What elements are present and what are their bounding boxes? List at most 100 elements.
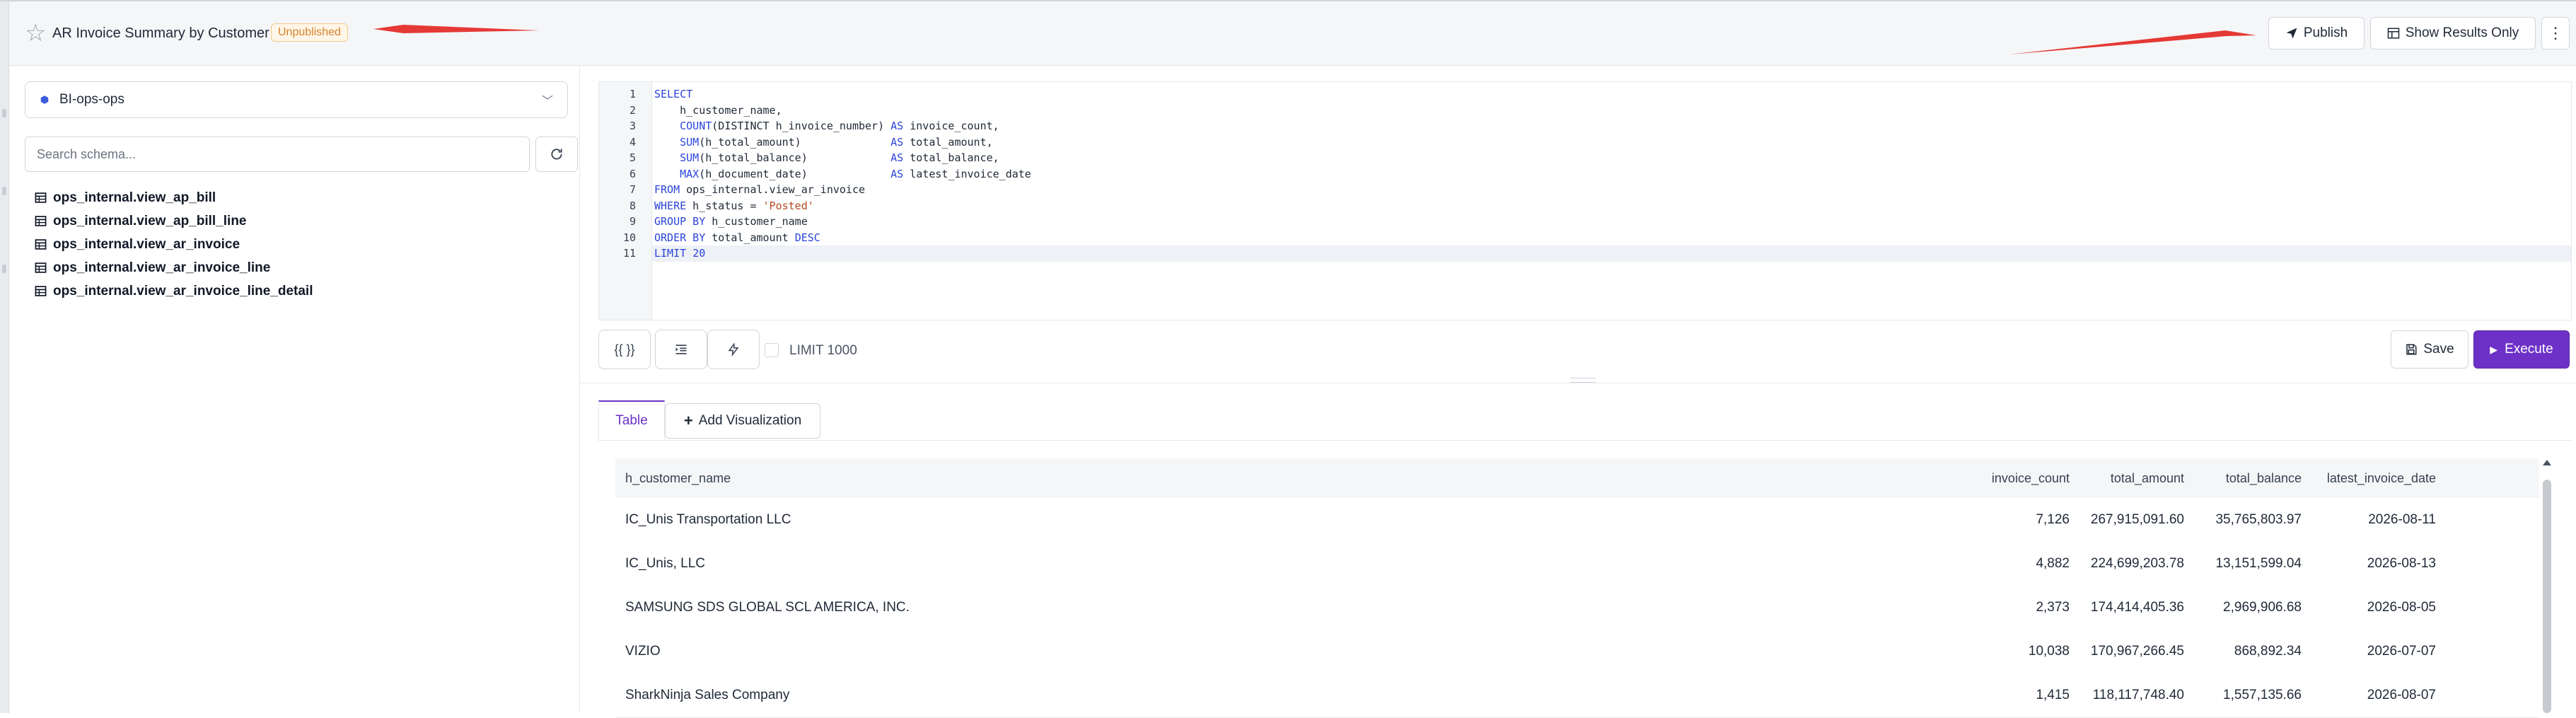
table-row[interactable]: IC_Unis Transportation LLC 7,126 267,915… [615, 498, 2539, 543]
execute-label: Execute [2505, 342, 2553, 357]
rail-marker [2, 265, 6, 273]
page-header: ☆ AR Invoice Summary by Customer Unpubli… [9, 1, 2576, 66]
tab-table-label: Table [615, 413, 648, 428]
column-header[interactable]: h_customer_name [625, 458, 731, 498]
cell-total-amount: 267,915,091.60 [2090, 512, 2184, 527]
cell-total-balance: 1,557,135.66 [2223, 688, 2302, 702]
database-icon [40, 95, 49, 104]
schema-table-item[interactable]: ops_internal.view_ap_bill [35, 186, 313, 209]
limit-label[interactable]: LIMIT 1000 [789, 343, 857, 359]
autocomplete-toggle-button[interactable] [707, 330, 760, 369]
results-scrollbar[interactable] [2542, 460, 2552, 713]
code-line[interactable]: COUNT(DISTINCT h_invoice_number) AS invo… [654, 118, 2564, 134]
datasource-select[interactable]: BI-ops-ops ﹀ [25, 81, 568, 118]
add-visualization-label: Add Visualization [698, 413, 802, 428]
schema-table-name: ops_internal.view_ap_bill [53, 190, 216, 205]
lightning-icon [728, 342, 739, 357]
tab-table[interactable]: Table [598, 400, 665, 440]
line-number: 7 [629, 183, 636, 196]
schema-search-input[interactable] [25, 137, 530, 172]
publish-label: Publish [2303, 25, 2348, 40]
publish-button[interactable]: Publish [2268, 17, 2365, 50]
line-number: 8 [629, 199, 636, 212]
execute-button[interactable]: ▶ Execute [2473, 330, 2570, 369]
column-header[interactable]: latest_invoice_date [2327, 458, 2436, 498]
schema-table-name: ops_internal.view_ar_invoice [53, 236, 240, 252]
table-row[interactable]: SAMSUNG SDS GLOBAL SCL AMERICA, INC. 2,3… [615, 586, 2539, 630]
play-icon: ▶ [2490, 343, 2498, 355]
parameters-button[interactable]: {{ }} [598, 330, 651, 369]
more-options-button[interactable]: ⋮ [2541, 17, 2570, 50]
kebab-menu-icon: ⋮ [2548, 24, 2563, 42]
save-button[interactable]: Save [2391, 330, 2468, 369]
cell-total-balance: 13,151,599.04 [2215, 556, 2302, 571]
refresh-icon [551, 149, 562, 160]
schema-table-item[interactable]: ops_internal.view_ar_invoice [35, 233, 313, 256]
line-number: 11 [622, 247, 636, 260]
chevron-down-icon: ﹀ [541, 95, 553, 108]
schema-table-item[interactable]: ops_internal.view_ar_invoice_line_detail [35, 279, 313, 303]
code-line[interactable]: SUM(h_total_amount) AS total_amount, [654, 134, 2564, 151]
code-line[interactable]: h_customer_name, [654, 103, 2564, 119]
table-row[interactable]: SharkNinja Sales Company 1,415 118,117,7… [615, 673, 2539, 718]
table-icon [35, 286, 47, 296]
code-line[interactable]: SELECT [654, 86, 2564, 103]
cell-invoice-count: 10,038 [2028, 644, 2070, 659]
table-row[interactable]: VIZIO 10,038 170,967,266.45 868,892.34 2… [615, 630, 2539, 674]
schema-table-name: ops_internal.view_ar_invoice_line_detail [53, 283, 313, 299]
line-number: 1 [629, 88, 636, 100]
column-header[interactable]: invoice_count [1992, 458, 2070, 498]
cell-latest-invoice-date: 2026-07-07 [2367, 644, 2436, 659]
cell-latest-invoice-date: 2026-08-13 [2367, 556, 2436, 571]
schema-table-list: ops_internal.view_ap_bill ops_internal.v… [35, 186, 313, 303]
app-side-rail [0, 1, 9, 713]
favorite-star-icon[interactable]: ☆ [25, 21, 46, 45]
line-number: 10 [622, 231, 636, 244]
table-header-row: h_customer_name invoice_count total_amou… [615, 458, 2539, 499]
cell-total-balance: 868,892.34 [2234, 644, 2302, 659]
table-row[interactable]: IC_Unis, LLC 4,882 224,699,203.78 13,151… [615, 542, 2539, 586]
line-number: 6 [629, 167, 636, 180]
cell-total-balance: 2,969,906.68 [2223, 600, 2302, 615]
show-results-only-button[interactable]: Show Results Only [2370, 17, 2536, 50]
line-number: 3 [629, 120, 636, 132]
parameters-label: {{ }} [614, 342, 635, 357]
code-line[interactable]: SUM(h_total_balance) AS total_balance, [654, 150, 2564, 166]
status-badge: Unpublished [271, 23, 348, 42]
code-line[interactable]: GROUP BY h_customer_name [654, 214, 2564, 230]
line-number: 2 [629, 103, 636, 117]
code-line[interactable]: WHERE h_status = 'Posted' [654, 198, 2564, 214]
code-line[interactable]: ORDER BY total_amount DESC [654, 230, 2564, 246]
cell-total-amount: 170,967,266.45 [2090, 644, 2184, 659]
cell-customer-name: IC_Unis Transportation LLC [625, 512, 791, 527]
code-line[interactable]: LIMIT 20 [654, 245, 2564, 262]
table-icon [35, 262, 47, 273]
add-visualization-button[interactable]: + Add Visualization [665, 403, 820, 439]
schema-table-item[interactable]: ops_internal.view_ap_bill_line [35, 209, 313, 233]
resize-handle[interactable] [1570, 378, 1596, 383]
send-icon [2286, 28, 2297, 39]
cell-customer-name: SharkNinja Sales Company [625, 688, 790, 702]
cell-total-amount: 118,117,748.40 [2092, 688, 2184, 702]
column-header[interactable]: total_amount [2111, 458, 2184, 498]
cell-latest-invoice-date: 2026-08-11 [2368, 512, 2436, 527]
code-line[interactable]: MAX(h_document_date) AS latest_invoice_d… [654, 166, 2564, 183]
line-number: 4 [629, 135, 636, 149]
cell-customer-name: IC_Unis, LLC [625, 556, 705, 571]
limit-checkbox[interactable] [765, 343, 779, 357]
scroll-up-arrow-icon[interactable] [2543, 460, 2551, 465]
rail-marker [2, 109, 6, 117]
cell-invoice-count: 4,882 [2036, 556, 2070, 571]
datasource-value: BI-ops-ops [59, 92, 124, 107]
sql-editor[interactable]: 1 2 3 4 5 6 7 8 9 10 11 SELECT h_customer_name, COU… [598, 81, 2572, 320]
cell-invoice-count: 1,415 [2036, 688, 2070, 702]
query-title[interactable]: AR Invoice Summary by Customer [52, 25, 269, 42]
cell-total-amount: 174,414,405.36 [2090, 600, 2184, 615]
scrollbar-thumb[interactable] [2543, 480, 2551, 713]
table-icon [2387, 28, 2399, 39]
code-line[interactable]: FROM ops_internal.view_ar_invoice [654, 182, 2564, 198]
refresh-schema-button[interactable] [535, 137, 578, 172]
format-query-button[interactable] [655, 330, 707, 369]
column-header[interactable]: total_balance [2226, 458, 2302, 498]
schema-table-item[interactable]: ops_internal.view_ar_invoice_line [35, 256, 313, 279]
